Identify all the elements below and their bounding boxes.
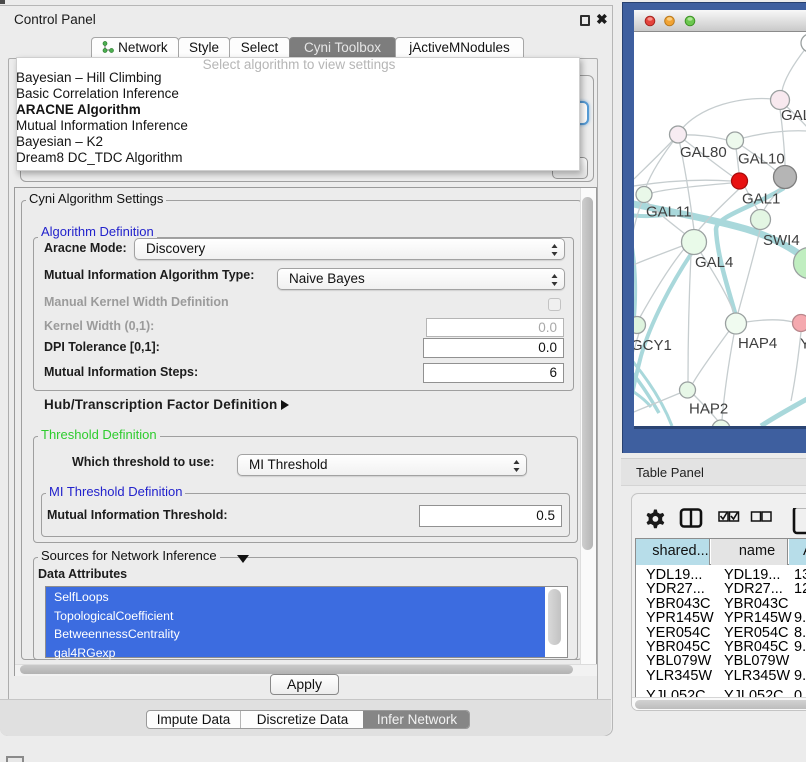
svg-text:GAL4: GAL4: [695, 254, 733, 271]
svg-text:HAP4: HAP4: [738, 335, 777, 352]
svg-text:SWI4: SWI4: [763, 232, 800, 249]
svg-text:Y: Y: [800, 336, 806, 353]
svg-text:GAL1: GAL1: [742, 191, 780, 208]
svg-text:GAL11: GAL11: [646, 204, 692, 221]
svg-text:GCY1: GCY1: [634, 337, 672, 354]
svg-text:GAL10: GAL10: [738, 151, 785, 168]
svg-text:HAP2: HAP2: [689, 401, 728, 418]
svg-text:GAL80: GAL80: [680, 144, 727, 161]
svg-text:GAL2: GAL2: [781, 107, 806, 124]
